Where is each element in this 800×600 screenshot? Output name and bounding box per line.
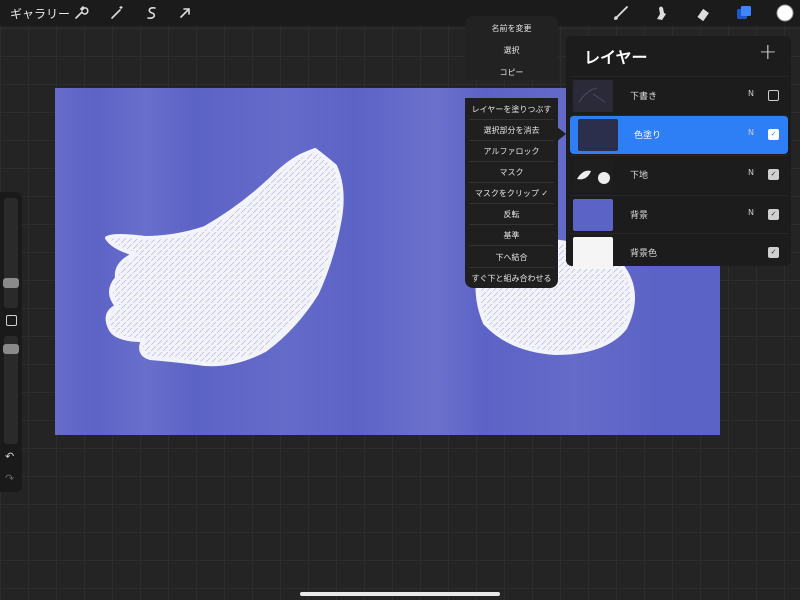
layers-panel: レイヤー + 下書き N 色塗り N ✓ 下地 N ✓ 背景 N ✓ 背景色 ✓ xyxy=(566,36,791,269)
visibility-checkbox[interactable]: ✓ xyxy=(768,169,779,180)
menu-item-mask[interactable]: マスク xyxy=(465,167,558,178)
menu-item-alpha-lock[interactable]: アルファロック xyxy=(465,146,558,157)
menu-divider xyxy=(469,161,554,162)
blend-mode-button[interactable]: N xyxy=(748,89,754,98)
undo-icon[interactable]: ↶ xyxy=(5,450,14,463)
layer-row-coloring[interactable]: 色塗り N ✓ xyxy=(570,115,788,154)
blend-mode-button[interactable]: N xyxy=(748,128,754,137)
visibility-checkbox[interactable] xyxy=(768,90,779,101)
visibility-checkbox[interactable]: ✓ xyxy=(768,209,779,220)
layer-row-background[interactable]: 背景 N ✓ xyxy=(570,195,788,234)
brush-size-thumb[interactable] xyxy=(3,278,19,288)
menu-divider xyxy=(469,224,554,225)
blend-mode-button[interactable]: N xyxy=(748,168,754,177)
menu-item-clipping-mask[interactable]: マスクをクリップ ✓ xyxy=(465,188,558,199)
menu-item-copy[interactable]: コピー xyxy=(465,67,558,78)
add-layer-button[interactable]: + xyxy=(759,40,777,65)
menu-pointer xyxy=(556,126,566,142)
smudge-icon[interactable] xyxy=(652,4,670,22)
opacity-thumb[interactable] xyxy=(3,344,19,354)
layer-thumbnail xyxy=(573,80,613,112)
menu-divider xyxy=(469,203,554,204)
magic-wand-icon[interactable] xyxy=(108,4,126,22)
menu-item-clear-selection[interactable]: 選択部分を消去 xyxy=(465,125,558,136)
redo-icon[interactable]: ↷ xyxy=(5,472,14,485)
menu-item-select[interactable]: 選択 xyxy=(465,45,558,56)
wrench-icon[interactable] xyxy=(72,4,90,22)
banana-shape xyxy=(105,148,344,367)
layer-thumbnail xyxy=(573,159,613,191)
color-icon[interactable] xyxy=(776,4,794,22)
menu-divider xyxy=(469,119,554,120)
gallery-button[interactable]: ギャラリー xyxy=(10,5,70,22)
menu-item-merge-down[interactable]: 下へ結合 xyxy=(465,252,558,263)
blend-mode-button[interactable]: N xyxy=(748,208,754,217)
transform-arrow-icon[interactable] xyxy=(176,4,194,22)
layer-name: 背景色 xyxy=(630,249,658,259)
eraser-icon[interactable] xyxy=(694,4,712,22)
menu-item-combine-down[interactable]: すぐ下と組み合わせる xyxy=(465,273,558,284)
menu-item-reference[interactable]: 基準 xyxy=(465,230,558,241)
layers-icon[interactable] xyxy=(735,4,753,22)
layer-row-base[interactable]: 下地 N ✓ xyxy=(570,155,788,194)
menu-item-rename[interactable]: 名前を変更 xyxy=(465,23,558,34)
opacity-slider[interactable] xyxy=(3,336,19,444)
brush-size-slider[interactable] xyxy=(3,198,19,308)
layer-row-sketch[interactable]: 下書き N xyxy=(570,76,788,115)
layer-name: 背景 xyxy=(630,211,649,221)
layer-thumbnail xyxy=(578,119,618,151)
menu-divider xyxy=(469,267,554,268)
layer-options-header: 名前を変更 選択 コピー xyxy=(465,16,558,80)
layer-name: 下地 xyxy=(630,171,649,181)
top-toolbar: ギャラリー xyxy=(0,0,800,26)
menu-divider xyxy=(469,140,554,141)
home-indicator[interactable] xyxy=(300,592,500,596)
layer-thumbnail xyxy=(573,199,613,231)
selection-icon[interactable] xyxy=(143,4,161,22)
layer-row-background-color[interactable]: 背景色 ✓ xyxy=(570,233,788,272)
menu-item-fill-layer[interactable]: レイヤーを塗りつぶす xyxy=(465,104,558,115)
visibility-checkbox[interactable]: ✓ xyxy=(768,247,779,258)
left-sidebar: ↶ ↷ xyxy=(0,192,22,492)
layer-name: 下書き xyxy=(630,92,658,102)
layers-panel-title: レイヤー xyxy=(584,48,648,67)
layer-options-list: レイヤーを塗りつぶす 選択部分を消去 アルファロック マスク マスクをクリップ … xyxy=(465,98,558,288)
menu-item-invert[interactable]: 反転 xyxy=(465,209,558,220)
menu-divider xyxy=(469,182,554,183)
brush-icon[interactable] xyxy=(612,4,630,22)
modify-button[interactable] xyxy=(6,315,17,326)
layer-thumbnail xyxy=(573,237,613,269)
menu-divider xyxy=(469,245,554,246)
visibility-checkbox[interactable]: ✓ xyxy=(768,129,779,140)
layer-name: 色塗り xyxy=(634,131,662,141)
